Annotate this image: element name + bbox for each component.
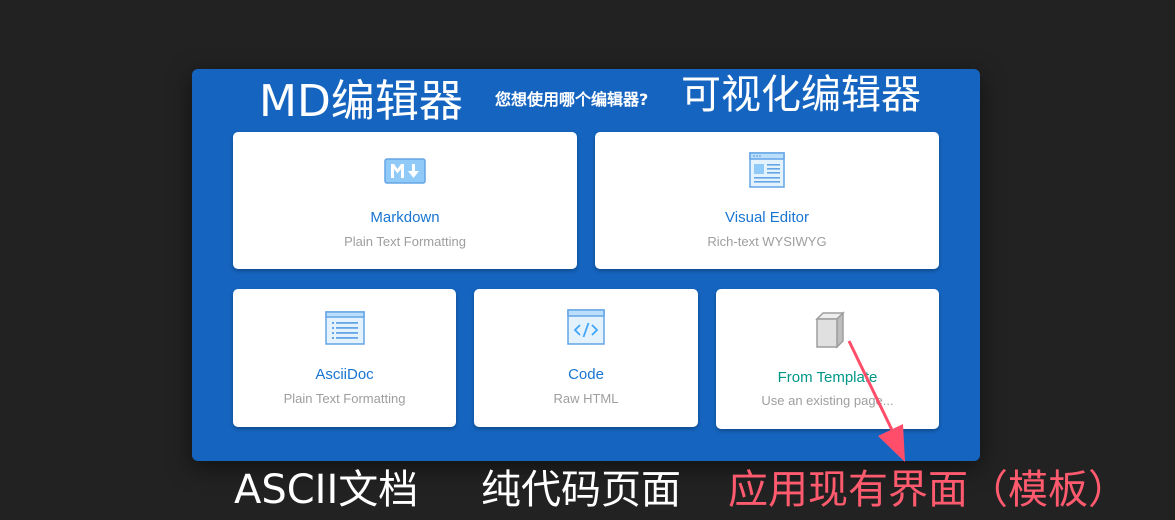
- annotation-ascii-doc: ASCII文档: [234, 467, 419, 513]
- visual-editor-icon: [746, 152, 788, 190]
- from-template-card[interactable]: From Template Use an existing page...: [716, 289, 939, 429]
- code-card[interactable]: Code Raw HTML: [474, 289, 698, 427]
- asciidoc-card[interactable]: AsciiDoc Plain Text Formatting: [233, 289, 456, 427]
- markdown-subtitle: Plain Text Formatting: [344, 234, 466, 249]
- asciidoc-icon: [324, 309, 366, 347]
- annotation-template: 应用现有界面（模板）: [728, 467, 1128, 513]
- annotation-visual-editor: 可视化编辑器: [681, 72, 921, 118]
- box-icon: [807, 311, 849, 349]
- markdown-card[interactable]: Markdown Plain Text Formatting: [233, 132, 577, 269]
- visual-editor-card[interactable]: Visual Editor Rich-text WYSIWYG: [595, 132, 939, 269]
- dialog-title: 您想使用哪个编辑器?: [495, 90, 649, 109]
- editor-selection-dialog: MD编辑器 您想使用哪个编辑器? 可视化编辑器 Markdown Plain T…: [192, 69, 980, 461]
- code-title: Code: [568, 366, 604, 383]
- markdown-title: Markdown: [370, 209, 440, 226]
- code-icon: [565, 309, 607, 347]
- asciidoc-title: AsciiDoc: [315, 366, 374, 383]
- markdown-icon: [384, 152, 426, 190]
- annotation-pure-code: 纯代码页面: [481, 467, 681, 513]
- annotation-md-editor: MD编辑器: [259, 76, 463, 127]
- from-template-subtitle: Use an existing page...: [761, 393, 894, 408]
- visual-editor-title: Visual Editor: [725, 209, 809, 226]
- from-template-title: From Template: [777, 369, 878, 386]
- code-subtitle: Raw HTML: [553, 391, 619, 406]
- asciidoc-subtitle: Plain Text Formatting: [283, 391, 406, 406]
- visual-editor-subtitle: Rich-text WYSIWYG: [707, 234, 827, 249]
